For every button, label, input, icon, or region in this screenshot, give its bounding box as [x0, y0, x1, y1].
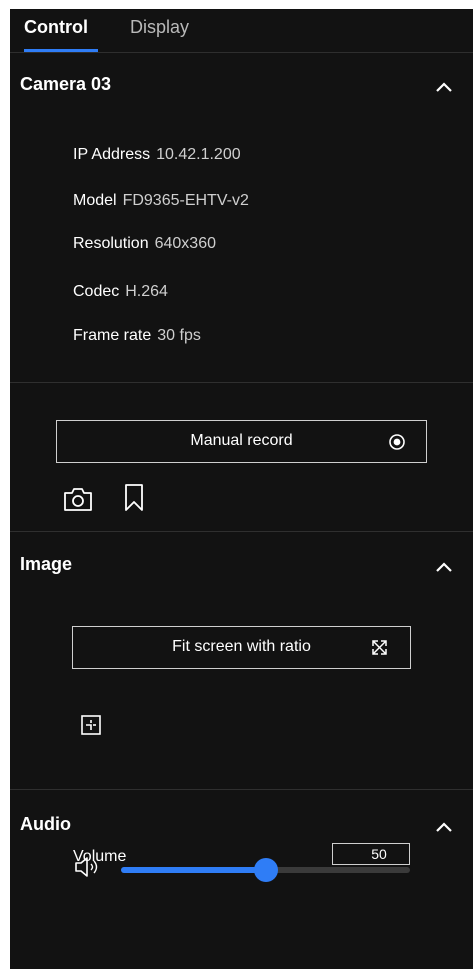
resolution-value: 640x360: [154, 235, 216, 252]
frame-rate-label: Frame rate: [73, 327, 152, 344]
camera-section-title: Camera 03: [20, 74, 112, 94]
volume-input[interactable]: [332, 843, 410, 865]
ip-address-value: 10.42.1.200: [156, 146, 241, 163]
control-panel: Control Display Camera 03 IP Address 10.4…: [10, 9, 473, 969]
volume-slider[interactable]: [121, 858, 410, 882]
model-label: Model: [73, 192, 117, 209]
codec-row: Codec H.264: [73, 282, 168, 302]
manual-record-label: Manual record: [190, 432, 293, 449]
model-value: FD9365-EHTV-v2: [122, 192, 249, 209]
speaker-icon[interactable]: [74, 855, 104, 879]
section-divider: [10, 382, 473, 383]
chevron-up-icon[interactable]: [433, 556, 455, 578]
manual-record-button[interactable]: Manual record: [56, 420, 427, 463]
fit-screen-label: Fit screen with ratio: [172, 638, 311, 655]
record-icon: [389, 434, 405, 450]
codec-value: H.264: [125, 283, 168, 300]
section-divider: [10, 789, 473, 790]
volume-slider-thumb[interactable]: [253, 858, 278, 882]
camera-icon[interactable]: [62, 485, 94, 513]
fit-screen-button[interactable]: Fit screen with ratio: [72, 626, 411, 669]
expand-arrows-icon: [372, 640, 387, 655]
bookmark-icon[interactable]: [123, 483, 145, 513]
active-tab-indicator: [24, 49, 98, 52]
chevron-up-icon[interactable]: [433, 816, 455, 838]
image-section-title: Image: [20, 554, 73, 574]
model-row: Model FD9365-EHTV-v2: [73, 191, 249, 211]
resolution-row: Resolution 640x360: [73, 234, 216, 254]
tab-display[interactable]: Display: [130, 15, 189, 39]
chevron-up-icon[interactable]: [433, 76, 455, 98]
volume-slider-fill: [121, 867, 266, 873]
frame-rate-row: Frame rate 30 fps: [73, 326, 201, 346]
tab-bar: Control Display: [10, 9, 473, 53]
codec-label: Codec: [73, 283, 120, 300]
section-divider: [10, 531, 473, 532]
crop-icon[interactable]: [80, 714, 102, 736]
ip-address-row: IP Address 10.42.1.200: [73, 145, 241, 165]
audio-section-title: Audio: [20, 814, 71, 834]
resolution-label: Resolution: [73, 235, 149, 252]
frame-rate-value: 30 fps: [157, 327, 201, 344]
tab-control[interactable]: Control: [24, 15, 88, 39]
ip-address-label: IP Address: [73, 146, 151, 163]
